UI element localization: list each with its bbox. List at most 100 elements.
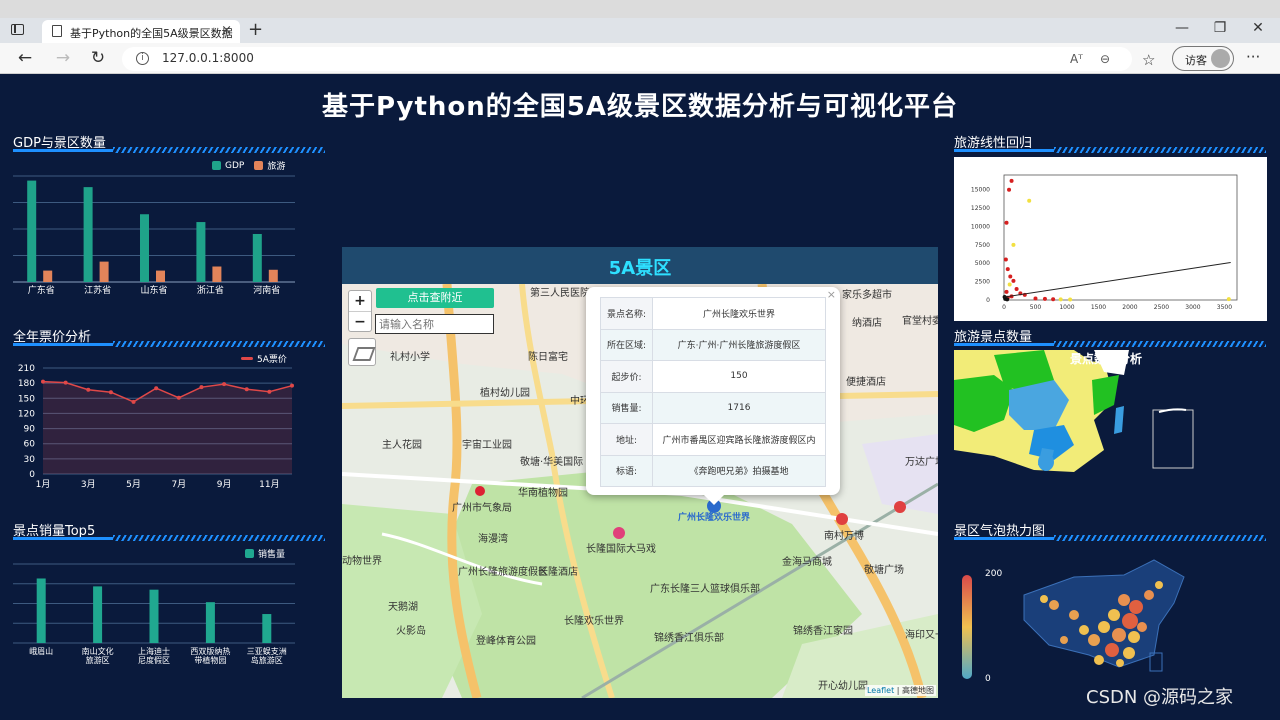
data-point (41, 379, 45, 384)
zoom-icon[interactable]: ⊖ (1100, 52, 1110, 66)
y-tick-label: 180 (18, 379, 35, 389)
x-tick-label: 500 (1030, 304, 1042, 311)
minimize-button[interactable]: — (1172, 20, 1192, 36)
x-tick-label: 旅游区 (86, 655, 110, 665)
x-tick-label: 1500 (1091, 304, 1106, 311)
data-point (63, 380, 68, 385)
map-label: 便捷酒店 (846, 377, 886, 388)
info-key: 所在区域: (600, 328, 653, 361)
bar-tourism (156, 270, 165, 282)
leaflet-link[interactable]: Leaflet (867, 686, 894, 695)
more-menu-icon[interactable]: ··· (1246, 48, 1260, 66)
bar-tourism (43, 270, 53, 282)
zoom-in-button[interactable]: + (349, 291, 371, 311)
map-label-selected[interactable]: 广州长隆欢乐世界 (678, 510, 750, 523)
map-label: 金海马商城 (782, 557, 832, 568)
x-tick-label: 山东省 (140, 284, 167, 296)
legend-label-gdp: GDP (225, 160, 245, 171)
scatter-point (1007, 282, 1012, 287)
y-tick-label: 10000 (971, 223, 990, 230)
info-value: 广州长隆欢乐世界 (652, 297, 826, 330)
map-label: 海漫湾 (478, 534, 508, 545)
map-label: 海印又一城 (905, 630, 938, 641)
browser-tab[interactable]: 基于Python的全国5A级景区数据 × (42, 20, 240, 43)
x-tick-label: 2500 (1154, 304, 1169, 311)
map-label: 南村万博 (824, 531, 864, 542)
ticket-line-chart: 0 30 60 90 120 150 180 210 1月 3月 5月 7月 9月 11月 (18, 364, 294, 490)
map-label: 敬塘广场 (864, 565, 904, 576)
data-point (244, 387, 249, 392)
visualmap-bar[interactable] (962, 575, 972, 679)
tab-close-icon[interactable]: × (221, 23, 232, 38)
scatter-point (1226, 297, 1231, 302)
favorites-icon[interactable]: ☆ (1142, 51, 1155, 69)
map-label: 动物世界 (342, 556, 382, 567)
info-key: 地址: (600, 423, 653, 456)
table-row: 起步价: 150 (600, 360, 826, 393)
maximize-button[interactable]: ❐ (1210, 20, 1230, 36)
map-label: 万达广场 (905, 457, 938, 468)
close-window-button[interactable]: ✕ (1248, 20, 1268, 36)
popup-close-icon[interactable]: × (827, 288, 836, 301)
y-tick-label: 210 (18, 364, 35, 374)
sales-bar-chart: 峨眉山 南山文化旅游区 上海迪士尼度假区 西双版纳热带植物园 三亚蜈支洲岛旅游区 (13, 563, 295, 665)
bar-sales (36, 578, 46, 643)
bar-tourism (212, 266, 222, 282)
sales-legend[interactable]: 销售量 (245, 547, 285, 560)
map-label: 华南植物园 (518, 488, 568, 499)
window-top-strip (0, 0, 1280, 18)
x-tick-label: 3月 (81, 479, 96, 490)
table-row: 地址: 广州市番禺区迎宾路长隆旅游度假区内 (600, 423, 826, 456)
map-label: 第三人民医院 (530, 288, 590, 299)
x-tick-label: 上海迪士 (138, 646, 170, 656)
guest-profile-button[interactable]: 访客 (1172, 46, 1234, 71)
tab-title: 基于Python的全国5A级景区数据 (70, 27, 233, 40)
scatter-point (1058, 297, 1063, 302)
gdp-legend[interactable]: GDP 旅游 (212, 159, 285, 172)
info-key: 景点名称: (600, 297, 653, 330)
y-tick-label: 5000 (975, 260, 990, 267)
name-search-input[interactable] (375, 314, 494, 334)
scatter-point (1014, 286, 1019, 291)
map-label: 植村幼儿园 (480, 388, 530, 399)
nearby-search-button[interactable]: 点击查附近 (376, 288, 494, 308)
province-map-title: 景点数量分析 (1070, 351, 1142, 366)
reload-icon[interactable]: ↻ (87, 48, 109, 68)
zoom-control: + − (348, 290, 372, 332)
new-tab-button[interactable]: + (248, 19, 263, 40)
bubble-heatmap (962, 559, 1185, 679)
scatter-point (1008, 274, 1013, 279)
scatter-point (1007, 187, 1012, 192)
map-area[interactable]: 第三人民医院 家乐多超市 纳酒店 官堂村委会 礼村小学 陈日富宅 植村幼儿园 便… (342, 284, 938, 698)
scatter-point (1004, 220, 1009, 225)
info-key: 标语: (600, 454, 653, 487)
data-point (222, 382, 227, 387)
gdp-panel-underline (13, 147, 325, 153)
scatter-point (1033, 296, 1038, 301)
table-row: 标语: 《奔跑吧兄弟》拍摄基地 (600, 454, 826, 487)
map-label: 纳酒店 (852, 318, 882, 329)
regression-scatter-chart: 0 2500 5000 7500 10000 12500 15000 0 500 1000 1500… (954, 157, 1267, 321)
read-aloud-icon[interactable]: Aᵀ (1070, 52, 1083, 66)
site-info-icon[interactable]: i (136, 52, 149, 65)
info-value: 《奔跑吧兄弟》拍摄基地 (652, 454, 826, 487)
map-label: 敬塘·华美国际 (520, 457, 584, 468)
layers-icon[interactable] (348, 338, 376, 366)
page-icon (52, 25, 62, 37)
info-value: 广东·广州·广州长隆旅游度假区 (652, 328, 826, 361)
url-field[interactable]: i 127.0.0.1:8000 Aᵀ ⊖ (122, 47, 1132, 71)
x-tick-label: 带植物园 (194, 655, 226, 665)
map-label: 天鹅湖 (388, 602, 418, 613)
x-tick-label: 3500 (1217, 304, 1232, 311)
tab-actions-icon[interactable] (8, 21, 28, 39)
bar-sales (149, 589, 159, 643)
forward-icon[interactable]: → (52, 48, 74, 68)
table-row: 景点名称: 广州长隆欢乐世界 (600, 297, 826, 330)
back-icon[interactable]: ← (14, 48, 36, 68)
map-label: 宇宙工业园 (462, 440, 512, 451)
x-tick-label: 1月 (36, 479, 51, 490)
zoom-out-button[interactable]: − (349, 311, 371, 331)
bar-sales (205, 602, 215, 643)
map-header: 5A景区 (342, 247, 938, 284)
attribution-provider: 高德地图 (902, 686, 934, 695)
